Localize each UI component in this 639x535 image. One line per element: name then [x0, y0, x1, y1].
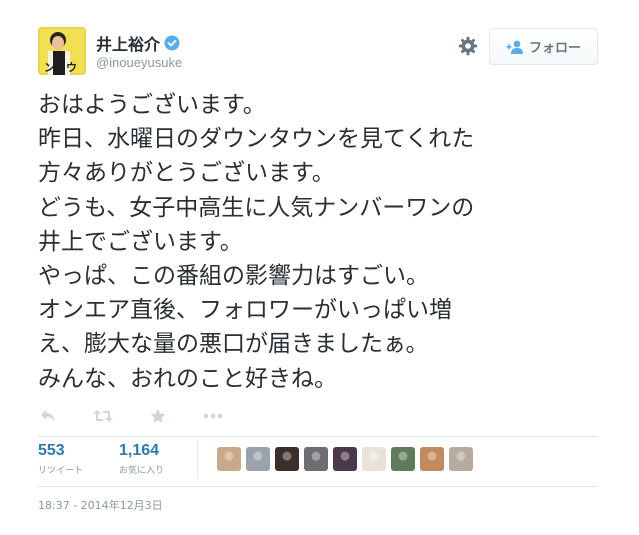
timestamp[interactable]: 18:37 - 2014年12月3日	[38, 497, 163, 513]
tweet-text: おはようございます。 昨日、水曜日のダウンタウンを見てくれた 方々ありがとうござ…	[38, 88, 598, 396]
favoriter-avatar[interactable]	[304, 447, 328, 471]
stat-separator	[197, 441, 198, 478]
reply-button[interactable]	[38, 407, 58, 425]
favorite-icon	[150, 408, 166, 423]
gear-icon[interactable]	[458, 36, 478, 56]
divider	[38, 486, 598, 487]
add-user-icon	[506, 40, 523, 54]
retweet-label: リツイート	[38, 466, 84, 476]
retweet-icon	[93, 410, 113, 422]
tweet-line: やっぱ、この番組の影響力はすごい。	[38, 263, 429, 290]
tweet-line: 昨日、水曜日のダウンタウンを見てくれた	[38, 126, 475, 153]
favoriter-avatar[interactable]	[333, 447, 357, 471]
tweet-line: みんな、おれのこと好きね。	[38, 365, 337, 392]
verified-icon	[164, 35, 180, 51]
tweet-card: ンィウ 井上裕介 @inoueyusuke フォロー おはようございます。 昨日…	[0, 0, 639, 535]
favoriter-avatar[interactable]	[362, 447, 386, 471]
tweet-line: どうも、女子中高生に人気ナンバーワンの	[38, 194, 475, 221]
favoriter-avatar[interactable]	[275, 447, 299, 471]
retweet-button[interactable]	[93, 407, 113, 425]
more-icon	[203, 413, 223, 419]
reply-icon	[41, 410, 55, 422]
favoriter-avatar[interactable]	[391, 447, 415, 471]
more-button[interactable]	[203, 407, 223, 425]
favoriter-avatar[interactable]	[246, 447, 270, 471]
retweet-count[interactable]: 553	[38, 442, 83, 460]
tweet-line: 方々ありがとうございます。	[38, 160, 335, 187]
follow-button-label: フォロー	[528, 41, 581, 56]
favoriter-avatars	[217, 447, 478, 471]
favoriter-avatar[interactable]	[449, 447, 473, 471]
follow-button[interactable]: フォロー	[489, 28, 598, 65]
tweet-line: 井上でございます。	[38, 228, 243, 255]
favorite-label: お気に入り	[119, 466, 165, 476]
user-display-name[interactable]: 井上裕介	[96, 31, 160, 55]
tweet-line: おはようございます。	[38, 92, 266, 118]
favorite-button[interactable]	[148, 407, 168, 425]
divider	[38, 436, 598, 437]
favorite-stat[interactable]: 1,164 お気に入り	[119, 442, 164, 476]
tweet-actions	[38, 406, 258, 426]
retweet-stat[interactable]: 553 リツイート	[38, 442, 83, 476]
favoriter-avatar[interactable]	[420, 447, 444, 471]
avatar[interactable]: ンィウ	[38, 27, 86, 75]
tweet-line: え、膨大な量の悪口が届きましたぁ。	[38, 331, 429, 358]
user-name[interactable]: 井上裕介	[96, 31, 180, 55]
user-handle[interactable]: @inoueyusuke	[96, 55, 182, 70]
favorite-count[interactable]: 1,164	[119, 442, 164, 460]
svg-text:ンィウ: ンィウ	[44, 61, 77, 74]
favoriter-avatar[interactable]	[217, 447, 241, 471]
tweet-line: オンエア直後、フォロワーがいっぱい増	[38, 297, 452, 324]
